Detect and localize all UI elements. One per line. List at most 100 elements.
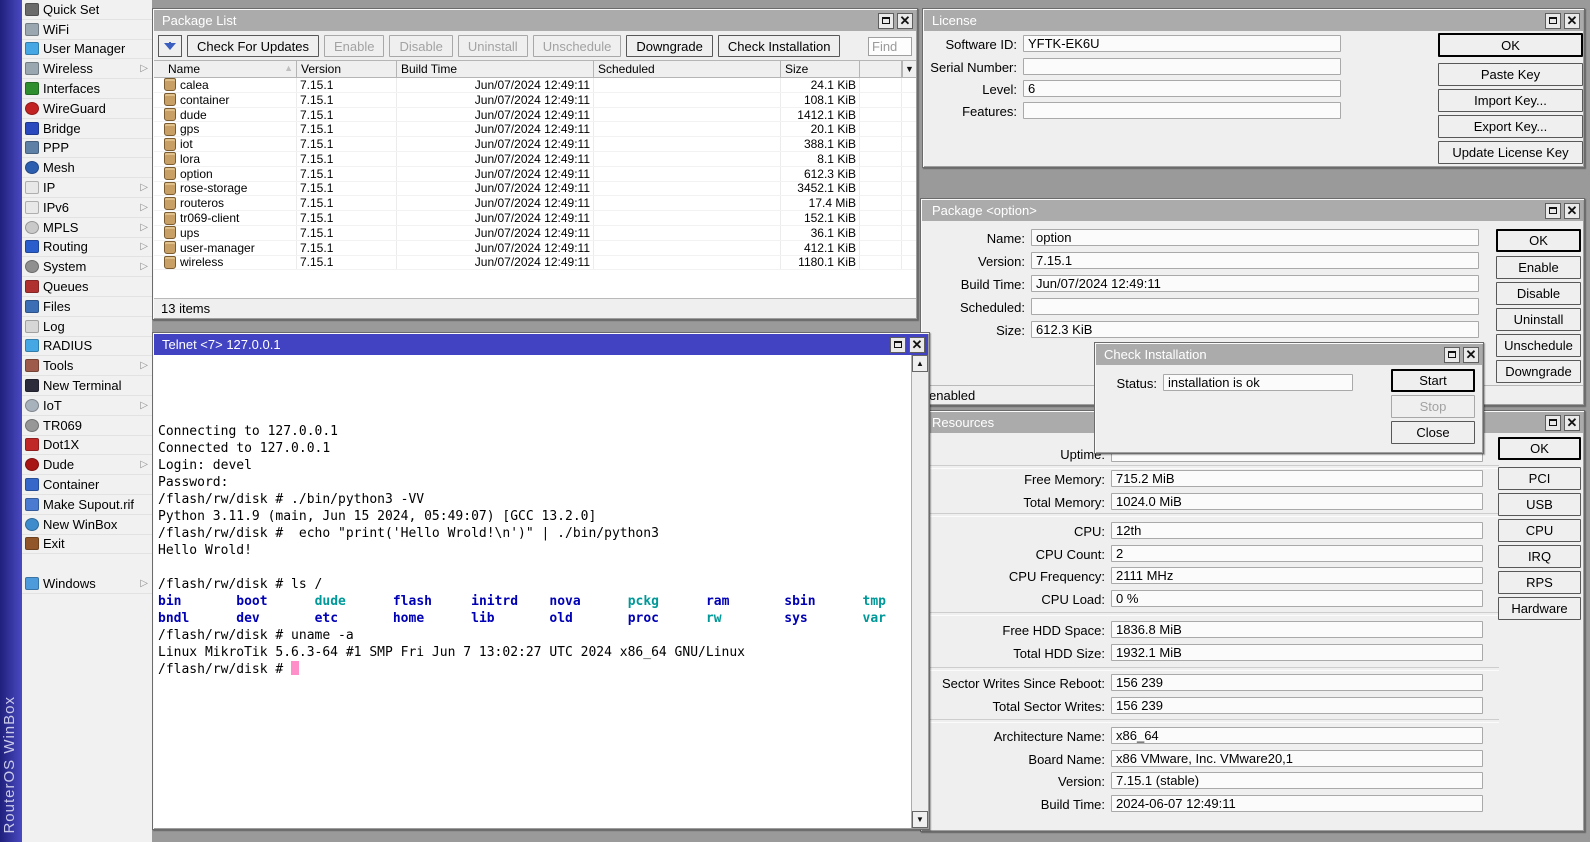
terminal-output[interactable]: Connecting to 127.0.0.1Connected to 127.… xyxy=(154,355,911,828)
resource-value-field[interactable]: x86 VMware, Inc. VMware20,1 xyxy=(1111,750,1483,767)
telnet-titlebar[interactable]: Telnet <7> 127.0.0.1 ✕ xyxy=(154,334,928,355)
sidebar-item-new-winbox[interactable]: New WinBox xyxy=(22,515,152,535)
sidebar-item-exit[interactable]: Exit xyxy=(22,535,152,555)
resource-value-field[interactable]: 2024-06-07 12:49:11 xyxy=(1111,795,1483,812)
table-row[interactable]: lora7.15.1Jun/07/2024 12:49:118.1 KiB xyxy=(154,152,916,167)
resource-value-field[interactable]: 2111 MHz xyxy=(1111,567,1483,584)
sidebar-item-wireguard[interactable]: WireGuard xyxy=(22,99,152,119)
sidebar-item-ip[interactable]: IP▷ xyxy=(22,178,152,198)
update-license-key-button[interactable]: Update License Key xyxy=(1438,141,1583,164)
sidebar-item-system[interactable]: System▷ xyxy=(22,257,152,277)
ok-button[interactable]: OK xyxy=(1438,33,1583,57)
table-row[interactable]: user-manager7.15.1Jun/07/2024 12:49:1141… xyxy=(154,241,916,256)
column-header-size[interactable]: Size xyxy=(781,61,860,77)
maximize-button[interactable] xyxy=(1444,347,1460,363)
close-button[interactable]: ✕ xyxy=(1564,13,1580,29)
sidebar-item-dot1x[interactable]: Dot1X xyxy=(22,436,152,456)
resource-value-field[interactable]: 156 239 xyxy=(1111,674,1483,691)
unschedule-button[interactable]: Unschedule xyxy=(533,35,622,57)
import-key-button[interactable]: Import Key... xyxy=(1438,89,1583,112)
close-button[interactable]: ✕ xyxy=(1564,203,1580,219)
resource-value-field[interactable]: 2 xyxy=(1111,545,1483,562)
status-field[interactable]: installation is ok xyxy=(1163,374,1353,391)
sidebar-item-queues[interactable]: Queues xyxy=(22,277,152,297)
column-header-version[interactable]: Version xyxy=(297,61,397,77)
table-row[interactable]: calea7.15.1Jun/07/2024 12:49:1124.1 KiB xyxy=(154,78,916,93)
column-header-name[interactable]: ▲Name xyxy=(154,61,297,77)
close-button[interactable]: ✕ xyxy=(1564,415,1580,431)
resource-value-field[interactable]: 7.15.1 (stable) xyxy=(1111,772,1483,789)
scroll-up-button[interactable]: ▲ xyxy=(912,355,928,372)
size-field[interactable]: 612.3 KiB xyxy=(1031,321,1479,338)
ok-button[interactable]: OK xyxy=(1498,437,1581,460)
paste-key-button[interactable]: Paste Key xyxy=(1438,63,1583,86)
license-titlebar[interactable]: License ✕ xyxy=(924,10,1583,31)
cpu-button[interactable]: CPU xyxy=(1498,519,1581,542)
maximize-button[interactable] xyxy=(878,13,894,29)
sidebar-item-ppp[interactable]: PPP xyxy=(22,139,152,159)
stop-button[interactable]: Stop xyxy=(1391,395,1475,418)
table-row[interactable]: wireless7.15.1Jun/07/2024 12:49:111180.1… xyxy=(154,256,916,271)
resource-value-field[interactable]: 12th xyxy=(1111,522,1483,539)
name-field[interactable]: option xyxy=(1031,229,1479,246)
version-field[interactable]: 7.15.1 xyxy=(1031,252,1479,269)
resource-value-field[interactable]: x86_64 xyxy=(1111,727,1483,744)
sidebar-item-log[interactable]: Log xyxy=(22,317,152,337)
check-installation-button[interactable]: Check Installation xyxy=(718,35,841,57)
uninstall-button[interactable]: Uninstall xyxy=(1496,308,1581,331)
start-button[interactable]: Start xyxy=(1391,369,1475,392)
scroll-down-button[interactable]: ▼ xyxy=(912,811,928,828)
resource-value-field[interactable]: 1836.8 MiB xyxy=(1111,621,1483,638)
check-for-updates-button[interactable]: Check For Updates xyxy=(187,35,319,57)
hardware-button[interactable]: Hardware xyxy=(1498,597,1581,620)
column-options-button[interactable]: ▼ xyxy=(902,61,916,77)
sidebar-item-wireless[interactable]: Wireless▷ xyxy=(22,59,152,79)
sidebar-item-ipv6[interactable]: IPv6▷ xyxy=(22,198,152,218)
downgrade-button[interactable]: Downgrade xyxy=(626,35,713,57)
sidebar-item-user-manager[interactable]: User Manager xyxy=(22,40,152,60)
disable-button[interactable]: Disable xyxy=(1496,282,1581,305)
column-header-scheduled[interactable]: Scheduled xyxy=(594,61,781,77)
pci-button[interactable]: PCI xyxy=(1498,467,1581,490)
irq-button[interactable]: IRQ xyxy=(1498,545,1581,568)
sidebar-item-interfaces[interactable]: Interfaces xyxy=(22,79,152,99)
table-row[interactable]: option7.15.1Jun/07/2024 12:49:11612.3 Ki… xyxy=(154,167,916,182)
features-field[interactable] xyxy=(1023,102,1341,119)
table-row[interactable]: routeros7.15.1Jun/07/2024 12:49:1117.4 M… xyxy=(154,196,916,211)
table-row[interactable]: container7.15.1Jun/07/2024 12:49:11108.1… xyxy=(154,93,916,108)
check-installation-titlebar[interactable]: Check Installation ✕ xyxy=(1096,344,1482,365)
enable-button[interactable]: Enable xyxy=(324,35,384,57)
table-row[interactable]: iot7.15.1Jun/07/2024 12:49:11388.1 KiB xyxy=(154,137,916,152)
resource-value-field[interactable]: 1024.0 MiB xyxy=(1111,493,1483,510)
table-row[interactable]: tr069-client7.15.1Jun/07/2024 12:49:1115… xyxy=(154,211,916,226)
maximize-button[interactable] xyxy=(1545,415,1561,431)
scheduled-field[interactable] xyxy=(1031,298,1479,315)
export-key-button[interactable]: Export Key... xyxy=(1438,115,1583,138)
resource-value-field[interactable]: 0 % xyxy=(1111,590,1483,607)
package-option-titlebar[interactable]: Package <option> ✕ xyxy=(922,200,1583,221)
maximize-button[interactable] xyxy=(890,337,906,353)
sidebar-item-quick-set[interactable]: Quick Set xyxy=(22,0,152,20)
sidebar-item-bridge[interactable]: Bridge xyxy=(22,119,152,139)
serial-number-field[interactable] xyxy=(1023,58,1341,75)
software-id-field[interactable]: YFTK-EK6U xyxy=(1023,35,1341,52)
terminal-scrollbar[interactable]: ▲ ▼ xyxy=(911,355,928,828)
sidebar-item-files[interactable]: Files xyxy=(22,297,152,317)
resource-value-field[interactable]: 715.2 MiB xyxy=(1111,470,1483,487)
enable-button[interactable]: Enable xyxy=(1496,256,1581,279)
close-button[interactable]: ✕ xyxy=(909,337,925,353)
sidebar-item-dude[interactable]: Dude▷ xyxy=(22,455,152,475)
sidebar-item-mpls[interactable]: MPLS▷ xyxy=(22,218,152,238)
table-row[interactable]: gps7.15.1Jun/07/2024 12:49:1120.1 KiB xyxy=(154,122,916,137)
resource-value-field[interactable]: 156 239 xyxy=(1111,697,1483,714)
table-row[interactable]: rose-storage7.15.1Jun/07/2024 12:49:1134… xyxy=(154,182,916,197)
sidebar-item-mesh[interactable]: Mesh xyxy=(22,158,152,178)
sidebar-item-container[interactable]: Container xyxy=(22,475,152,495)
close-button[interactable]: ✕ xyxy=(1463,347,1479,363)
ok-button[interactable]: OK xyxy=(1496,229,1581,252)
level-field[interactable]: 6 xyxy=(1023,80,1341,97)
table-row[interactable]: dude7.15.1Jun/07/2024 12:49:111412.1 KiB xyxy=(154,108,916,123)
close-dialog-button[interactable]: Close xyxy=(1391,421,1475,444)
package-list-titlebar[interactable]: Package List ✕ xyxy=(154,10,916,31)
filter-button[interactable] xyxy=(158,35,182,57)
